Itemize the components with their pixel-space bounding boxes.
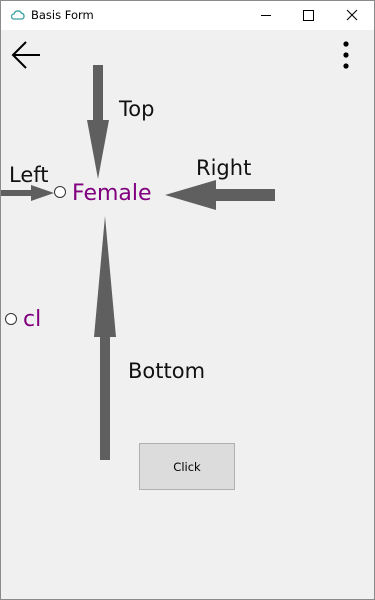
close-button[interactable] [330, 1, 374, 30]
right-label: Right [196, 156, 252, 180]
cloud-app-icon [11, 10, 25, 20]
radio-label-cl[interactable]: cl [23, 309, 41, 331]
radio-circle[interactable] [5, 313, 17, 325]
app-window: Basis Form Top Left Right Bottom Female … [0, 0, 375, 600]
left-label: Left [9, 163, 49, 187]
close-icon [346, 9, 358, 21]
right-arrow-icon [165, 180, 275, 210]
title-bar[interactable]: Basis Form [1, 1, 374, 30]
window-title: Basis Form [31, 8, 94, 22]
radio-label-female[interactable]: Female [72, 183, 152, 205]
page-content: Top Left Right Bottom Female cl Click [1, 30, 374, 599]
back-button[interactable] [7, 36, 47, 72]
bottom-arrow-icon [94, 216, 116, 460]
more-vertical-icon [343, 41, 349, 69]
bottom-label: Bottom [128, 359, 206, 383]
click-button[interactable]: Click [139, 443, 235, 490]
maximize-button[interactable] [286, 1, 330, 30]
top-label: Top [119, 97, 155, 121]
more-options-button[interactable] [331, 36, 361, 72]
arrow-left-icon [11, 41, 40, 69]
maximize-icon [303, 10, 314, 21]
minimize-button[interactable] [244, 1, 288, 30]
radio-circle[interactable] [54, 186, 66, 198]
minimize-icon [261, 15, 271, 16]
top-arrow-icon [87, 65, 109, 179]
